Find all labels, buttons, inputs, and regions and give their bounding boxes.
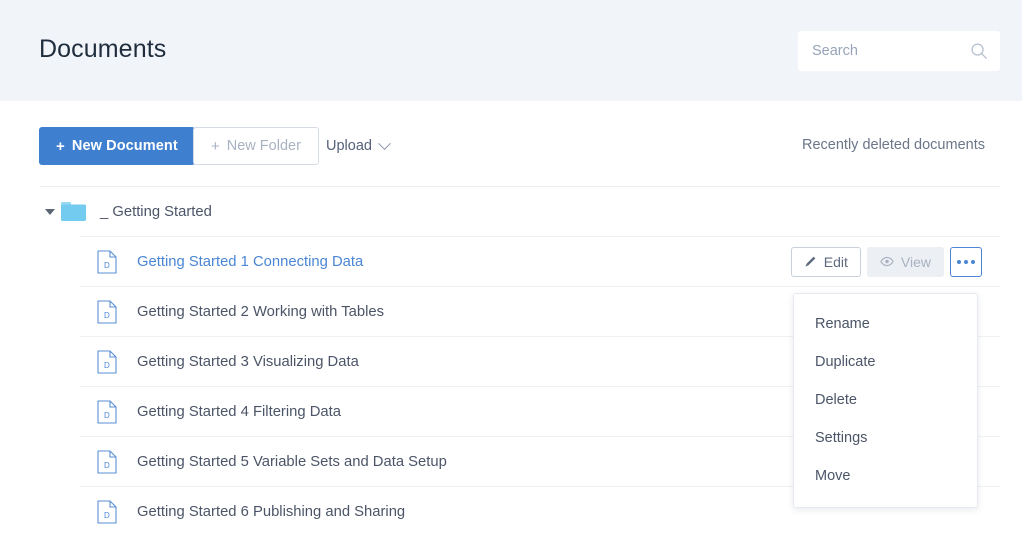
svg-text:D: D bbox=[104, 411, 110, 420]
row-actions: Edit View bbox=[791, 247, 982, 277]
page-header: Documents bbox=[0, 0, 1022, 101]
document-icon: D bbox=[97, 350, 117, 374]
edit-button[interactable]: Edit bbox=[791, 247, 861, 277]
folder-name: _ Getting Started bbox=[100, 204, 212, 220]
svg-text:D: D bbox=[104, 311, 110, 320]
table-row[interactable]: D Getting Started 1 Connecting Data Edit… bbox=[80, 236, 1000, 286]
view-label: View bbox=[901, 254, 931, 270]
document-title[interactable]: Getting Started 6 Publishing and Sharing bbox=[137, 504, 405, 520]
view-button[interactable]: View bbox=[867, 247, 944, 277]
new-folder-button[interactable]: + New Folder bbox=[193, 127, 319, 165]
document-title[interactable]: Getting Started 4 Filtering Data bbox=[137, 404, 341, 420]
chevron-down-icon bbox=[378, 137, 391, 150]
menu-item-move[interactable]: Move bbox=[794, 457, 977, 495]
svg-text:D: D bbox=[104, 461, 110, 470]
menu-item-delete[interactable]: Delete bbox=[794, 381, 977, 419]
ellipsis-icon bbox=[971, 260, 975, 264]
search-box[interactable] bbox=[798, 31, 1000, 71]
document-icon: D bbox=[97, 300, 117, 324]
svg-text:D: D bbox=[104, 361, 110, 370]
menu-item-duplicate[interactable]: Duplicate bbox=[794, 343, 977, 381]
ellipsis-icon bbox=[964, 260, 968, 264]
document-icon: D bbox=[97, 400, 117, 424]
page-title: Documents bbox=[39, 35, 166, 64]
more-options-button[interactable] bbox=[950, 247, 982, 277]
toolbar: + New Document + New Folder Upload Recen… bbox=[0, 101, 1022, 186]
caret-down-icon[interactable] bbox=[45, 209, 55, 215]
folder-row[interactable]: _ Getting Started bbox=[0, 187, 1022, 236]
search-input[interactable] bbox=[798, 31, 1000, 71]
menu-item-rename[interactable]: Rename bbox=[794, 305, 977, 343]
context-menu: Rename Duplicate Delete Settings Move bbox=[793, 293, 978, 508]
new-document-button[interactable]: + New Document bbox=[39, 127, 195, 165]
svg-text:D: D bbox=[104, 261, 110, 270]
menu-item-settings[interactable]: Settings bbox=[794, 419, 977, 457]
document-icon: D bbox=[97, 450, 117, 474]
folder-icon bbox=[61, 201, 89, 223]
document-icon: D bbox=[97, 500, 117, 524]
edit-label: Edit bbox=[824, 254, 848, 270]
plus-icon: + bbox=[211, 139, 220, 154]
upload-button[interactable]: Upload bbox=[320, 127, 395, 165]
document-title[interactable]: Getting Started 1 Connecting Data bbox=[137, 254, 363, 270]
recently-deleted-documents-link[interactable]: Recently deleted documents bbox=[802, 137, 985, 153]
ellipsis-icon bbox=[957, 260, 961, 264]
svg-text:D: D bbox=[104, 511, 110, 520]
new-folder-label: New Folder bbox=[227, 138, 301, 154]
document-icon: D bbox=[97, 250, 117, 274]
new-document-label: New Document bbox=[72, 138, 178, 154]
document-title[interactable]: Getting Started 2 Working with Tables bbox=[137, 304, 384, 320]
document-title[interactable]: Getting Started 5 Variable Sets and Data… bbox=[137, 454, 447, 470]
upload-label: Upload bbox=[326, 138, 372, 154]
document-title[interactable]: Getting Started 3 Visualizing Data bbox=[137, 354, 359, 370]
plus-icon: + bbox=[56, 139, 65, 154]
pencil-icon bbox=[804, 255, 817, 268]
eye-icon bbox=[880, 256, 894, 267]
